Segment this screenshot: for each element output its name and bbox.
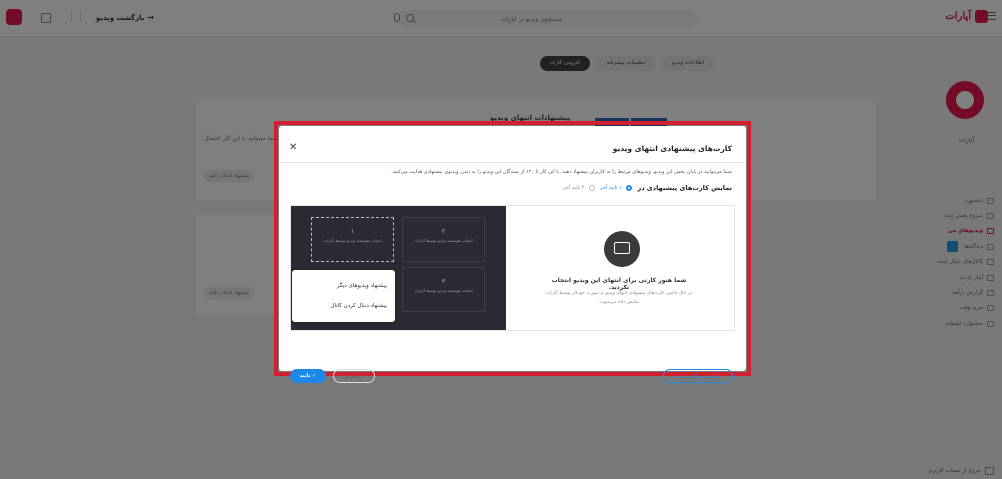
add-new-card-button[interactable]: + افزودن کارت جدید bbox=[663, 369, 733, 383]
display-time-selector: نمایش کارت‌های پیشنهادی در ۱۰ ثانیه آخر … bbox=[563, 184, 732, 192]
card-slot-2[interactable]: ۲ انتخاب هوشمند ویدیو توسط آپارات bbox=[402, 217, 485, 262]
slot-number: ۳ bbox=[441, 278, 446, 285]
slot-text: انتخاب هوشمند ویدیو توسط آپارات bbox=[414, 238, 473, 243]
menu-item-suggest-videos[interactable]: پیشنهاد ویدیوهای دیگر bbox=[337, 283, 387, 289]
display-time-label: نمایش کارت‌های پیشنهادی در bbox=[637, 184, 732, 192]
slot-number: ۲ bbox=[441, 228, 446, 235]
empty-state: شما هنوز کارتی برای انتهای این ویدیو انت… bbox=[508, 206, 734, 330]
card-slot-1[interactable]: ۱ انتخاب هوشمند ویدیو توسط آپارات bbox=[311, 217, 394, 262]
empty-state-title: شما هنوز کارتی برای انتهای این ویدیو انت… bbox=[551, 277, 687, 291]
end-card-preview: شما هنوز کارتی برای انتهای این ویدیو انت… bbox=[290, 205, 735, 331]
slot-text: انتخاب هوشمند ویدیو توسط آپارات bbox=[323, 238, 382, 243]
modal-divider bbox=[279, 162, 746, 163]
cancel-button[interactable]: ✕ انصراف bbox=[333, 369, 375, 383]
radio-unchecked-icon bbox=[589, 185, 596, 191]
card-layout-preview: ۱ انتخاب هوشمند ویدیو توسط آپارات ۲ انتخ… bbox=[291, 206, 506, 330]
card-slot-3[interactable]: ۳ انتخاب هوشمند ویدیو توسط آپارات bbox=[402, 267, 485, 312]
modal-description: شما می‌توانید در پایان بخش این ویدیو، وی… bbox=[391, 169, 732, 175]
close-icon[interactable]: ✕ bbox=[289, 142, 297, 153]
radio-label: ۱۰ ثانیه آخر bbox=[600, 185, 625, 191]
menu-item-suggest-follow-channel[interactable]: پیشنهاد دنبال کردن کانال bbox=[330, 303, 387, 309]
radio-label: ۲۰ ثانیه آخر bbox=[562, 185, 588, 191]
slot-text: انتخاب هوشمند ویدیو توسط آپارات bbox=[414, 288, 473, 293]
card-type-dropdown: پیشنهاد ویدیوهای دیگر پیشنهاد دنبال کردن… bbox=[292, 270, 395, 322]
empty-state-subtitle: در حال حاضر، کارت‌های پیشنهادی انتهای وی… bbox=[546, 291, 692, 305]
radio-last-10-seconds[interactable]: ۱۰ ثانیه آخر bbox=[600, 185, 633, 191]
radio-last-20-seconds[interactable]: ۲۰ ثانیه آخر bbox=[562, 185, 596, 191]
modal-title: کارت‌های پیشنهادی انتهای ویدیو bbox=[612, 144, 732, 153]
slot-number: ۱ bbox=[350, 228, 355, 235]
image-placeholder-icon bbox=[604, 231, 640, 267]
radio-checked-icon bbox=[626, 185, 633, 191]
confirm-button[interactable]: ✓ تایید bbox=[290, 369, 326, 383]
end-cards-modal: کارت‌های پیشنهادی انتهای ویدیو ✕ شما می‌… bbox=[279, 126, 746, 383]
